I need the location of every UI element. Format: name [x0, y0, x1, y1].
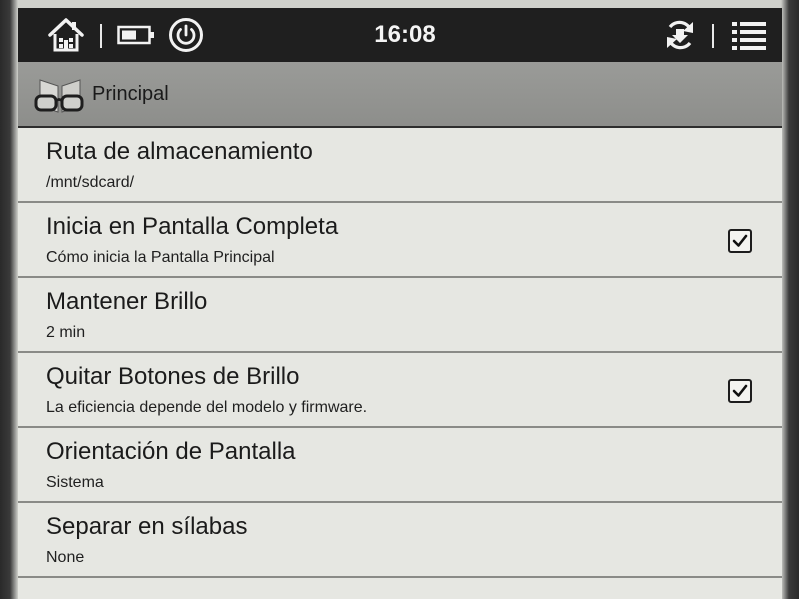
setting-title: Inicia en Pantalla Completa: [46, 213, 339, 240]
setting-title: Mantener Brillo: [46, 288, 208, 315]
power-icon[interactable]: [166, 8, 206, 62]
home-icon[interactable]: [44, 8, 88, 62]
setting-title: Ruta de almacenamiento: [46, 138, 313, 165]
status-separator: [712, 24, 714, 48]
setting-keep-brightness[interactable]: Mantener Brillo 2 min: [18, 278, 782, 353]
brightness-buttons-checkbox[interactable]: [728, 379, 752, 403]
menu-list-icon[interactable]: [728, 8, 770, 62]
setting-summary: La eficiencia depende del modelo y firmw…: [46, 399, 368, 416]
clock: 16:08: [374, 21, 436, 48]
glasses-book-icon: [34, 74, 86, 118]
setting-fullscreen-start[interactable]: Inicia en Pantalla Completa Cómo inicia …: [18, 203, 782, 278]
setting-screen-orientation[interactable]: Orientación de Pantalla Sistema: [18, 428, 782, 503]
setting-next-partial[interactable]: [18, 578, 782, 599]
setting-remove-brightness-buttons[interactable]: Quitar Botones de Brillo La eficiencia d…: [18, 353, 782, 428]
page-title: Principal: [92, 83, 169, 105]
setting-title: Orientación de Pantalla: [46, 438, 296, 465]
setting-summary: None: [46, 549, 85, 566]
setting-hyphenation[interactable]: Separar en sílabas None: [18, 503, 782, 578]
setting-summary: 2 min: [46, 324, 86, 341]
title-bar: Principal: [18, 62, 782, 128]
setting-title: Separar en sílabas: [46, 513, 248, 540]
sync-icon[interactable]: [660, 8, 700, 62]
setting-title: Quitar Botones de Brillo: [46, 363, 300, 390]
settings-list: Ruta de almacenamiento /mnt/sdcard/ Inic…: [18, 128, 782, 599]
setting-storage-path[interactable]: Ruta de almacenamiento /mnt/sdcard/: [18, 128, 782, 203]
setting-summary: Sistema: [46, 474, 104, 491]
battery-icon: [116, 8, 156, 62]
status-separator: [100, 24, 102, 48]
status-bar: 16:08: [18, 8, 782, 62]
setting-summary: Cómo inicia la Pantalla Principal: [46, 249, 275, 266]
setting-summary: /mnt/sdcard/: [46, 174, 135, 191]
fullscreen-checkbox[interactable]: [728, 229, 752, 253]
device-screen: 16:08 Principal Ruta de almacenamiento /…: [18, 8, 782, 599]
